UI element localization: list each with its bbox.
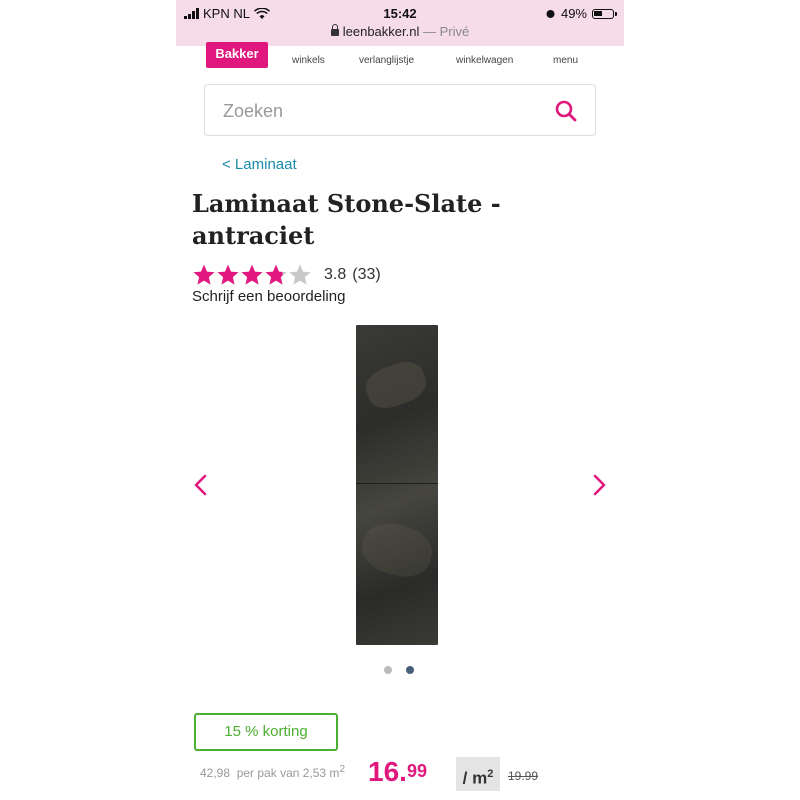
- address-bar[interactable]: leenbakker.nl — Privé: [176, 24, 624, 39]
- star-icon: [241, 264, 263, 285]
- site-nav: Bakker winkels verlanglijstje winkelwage…: [176, 42, 624, 74]
- breadcrumb[interactable]: < Laminaat: [222, 156, 297, 173]
- price-main: 16.: [368, 756, 407, 787]
- chevron-right-icon[interactable]: [584, 470, 614, 500]
- rating-stars: [192, 263, 312, 287]
- rating: 3.8 (33): [192, 262, 381, 288]
- battery-icon: [592, 8, 617, 19]
- review-count: (33): [352, 266, 381, 283]
- discount-badge: 15 % korting: [194, 713, 338, 751]
- star-icon: [193, 264, 215, 285]
- star-icon: [265, 264, 287, 285]
- product-image[interactable]: [356, 325, 438, 645]
- nav-item-winkels[interactable]: winkels: [292, 55, 325, 66]
- search-box: [204, 84, 596, 136]
- page-title: Laminaat Stone-Slate - antraciet: [192, 189, 501, 250]
- star-icon: [289, 264, 311, 285]
- rating-value: 3.8: [324, 266, 347, 283]
- status-bar: KPN NL 15:42 49% leenbakker.nl — Privé: [176, 0, 624, 46]
- write-review-link[interactable]: Schrijf een beoordeling: [192, 288, 345, 305]
- unit-label: / m2: [456, 757, 500, 791]
- carousel-dots: [384, 666, 414, 674]
- search-icon[interactable]: [553, 98, 579, 124]
- chevron-left-icon[interactable]: [186, 470, 216, 500]
- privacy-label: — Privé: [423, 24, 470, 39]
- per-pack-text: per pak van 2,53 m: [236, 766, 340, 780]
- battery-group: 49%: [545, 6, 617, 21]
- nav-item-winkelwagen[interactable]: winkelwagen: [456, 55, 513, 66]
- pack-price: 42,98: [200, 766, 231, 780]
- star-icon: [217, 264, 239, 285]
- carousel-dot[interactable]: [384, 666, 392, 674]
- brand-logo[interactable]: Bakker: [206, 42, 268, 68]
- pack-price-line: 42,98 per pak van 2,53 m2: [200, 764, 345, 780]
- carousel-dot[interactable]: [406, 666, 414, 674]
- nav-item-menu[interactable]: menu: [553, 55, 578, 66]
- search-input[interactable]: [221, 97, 525, 125]
- lock-icon: [330, 24, 339, 37]
- phone-screen: KPN NL 15:42 49% leenbakker.nl — Privé B…: [176, 0, 624, 800]
- battery-percent: 49%: [560, 6, 587, 21]
- price: 16.99: [368, 756, 427, 788]
- old-price: 19.99: [508, 769, 539, 783]
- alarm-icon: [546, 10, 555, 18]
- url-text: leenbakker.nl: [342, 24, 420, 39]
- nav-item-verlanglijstje[interactable]: verlanglijstje: [359, 55, 414, 66]
- price-cents: 99: [406, 761, 427, 781]
